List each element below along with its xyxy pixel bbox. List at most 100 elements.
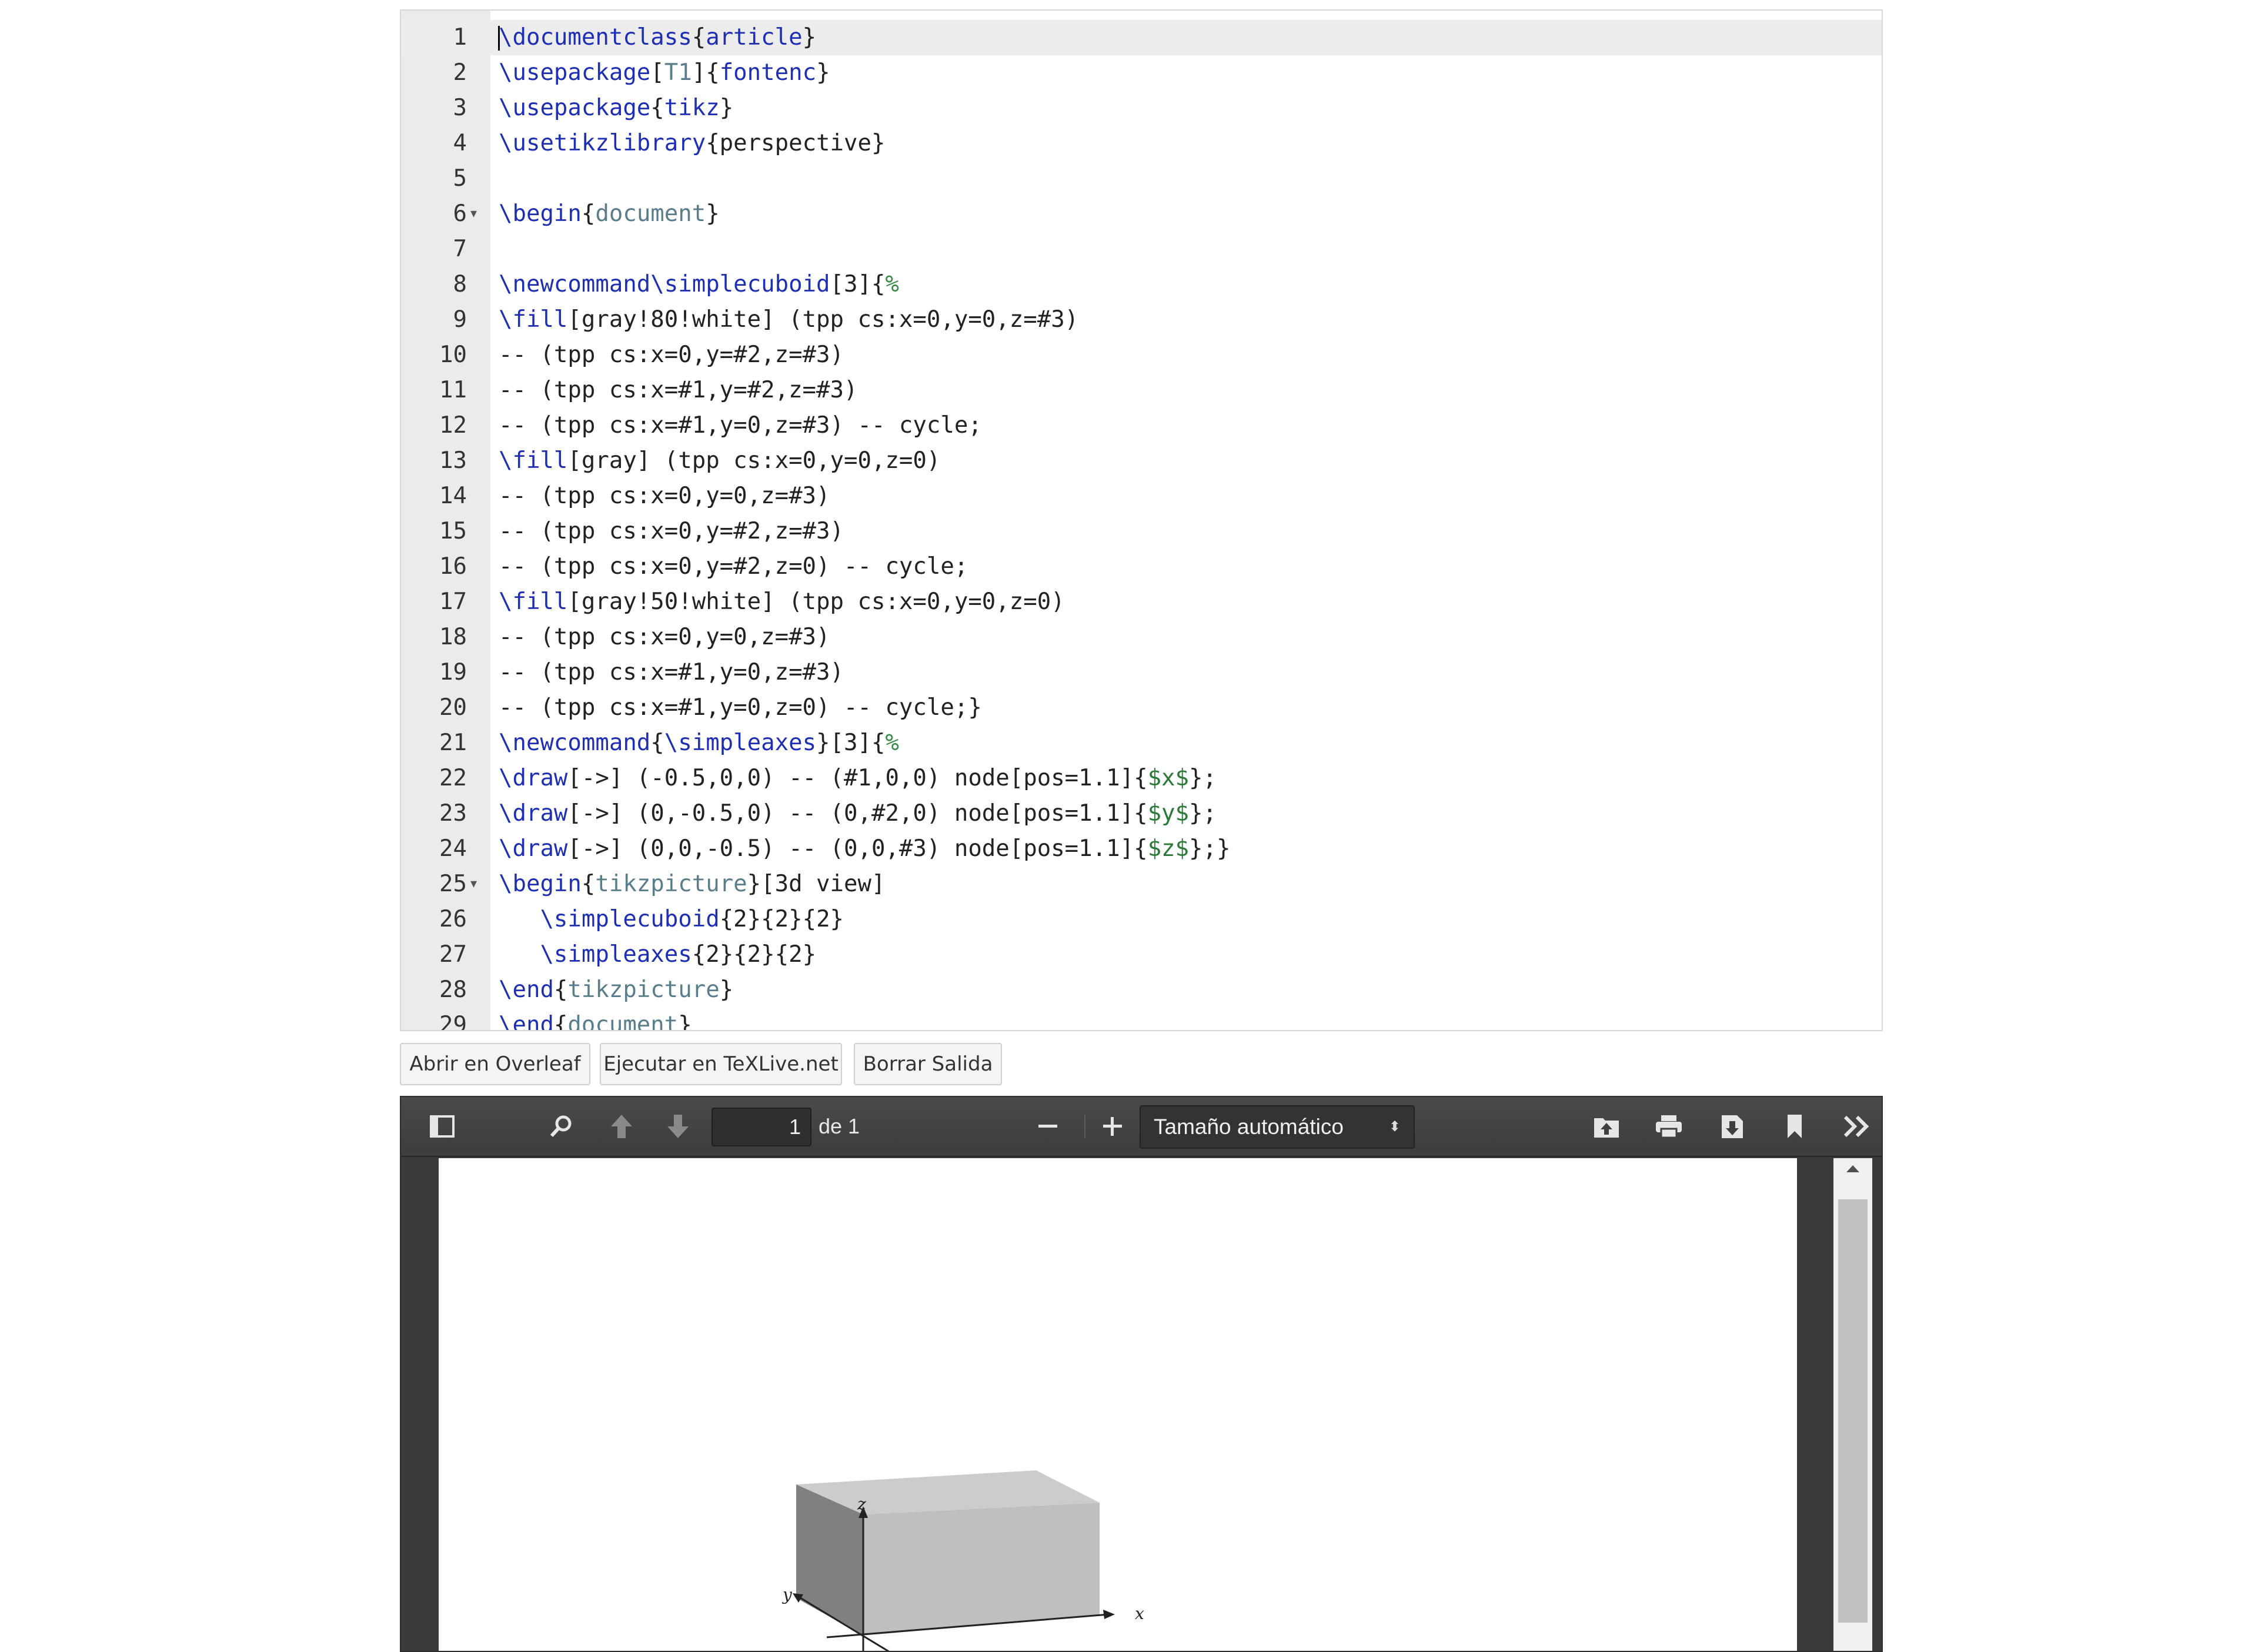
latex-command: \fill <box>499 306 568 333</box>
code-text: -- (tpp cs:x=0,y=#2,z=0) -- cycle; <box>499 549 968 584</box>
line-number: 5 <box>453 165 467 192</box>
code-line[interactable]: 13 \fill[gray] (tpp cs:x=0,y=0,z=0) <box>401 443 1882 479</box>
zoom-out-icon[interactable] <box>1024 1097 1071 1156</box>
fold-toggle-icon[interactable]: ▾ <box>470 867 477 902</box>
code-line[interactable]: 5 <box>401 161 1882 196</box>
z-axis-label: z <box>857 1494 866 1514</box>
code-line[interactable]: 9 \fill[gray!80!white] (tpp cs:x=0,y=0,z=… <box>401 302 1882 337</box>
fold-toggle-icon[interactable]: ▾ <box>470 196 477 232</box>
code-text: \newcommand{\simpleaxes}[3]{% <box>499 725 899 761</box>
code-line[interactable]: 29 \end{document} <box>401 1008 1882 1031</box>
code-line[interactable]: 18 -- (tpp cs:x=0,y=0,z=#3) <box>401 620 1882 655</box>
code-token: {2}{2}{2} <box>719 906 844 932</box>
line-number: 27 <box>439 941 467 968</box>
code-line[interactable]: 17 \fill[gray!50!white] (tpp cs:x=0,y=0,z… <box>401 584 1882 620</box>
code-line[interactable]: 19 -- (tpp cs:x=#1,y=0,z=#3) <box>401 655 1882 690</box>
code-text: \usepackage[T1]{fontenc} <box>499 55 830 91</box>
code-token: $z$ <box>1147 835 1190 862</box>
code-text: \draw[->] (0,-0.5,0) -- (0,#2,0) node[po… <box>499 796 1217 831</box>
code-token: [gray] (tpp cs:x=0,y=0,z=0) <box>567 447 941 474</box>
code-line[interactable]: 11 -- (tpp cs:x=#1,y=#2,z=#3) <box>401 373 1882 408</box>
code-line[interactable]: 3 \usepackage{tikz} <box>401 91 1882 126</box>
next-page-icon[interactable] <box>657 1097 699 1156</box>
zoom-select[interactable]: Tamaño automático ⬍ <box>1140 1105 1415 1149</box>
code-line[interactable]: 23 \draw[->] (0,-0.5,0) -- (0,#2,0) node[… <box>401 796 1882 831</box>
latex-command: \newcommand <box>499 730 651 756</box>
code-text: -- (tpp cs:x=0,y=#2,z=#3) <box>499 514 844 549</box>
latex-command: \fill <box>499 588 568 615</box>
scroll-up-arrow-icon[interactable] <box>1833 1163 1872 1186</box>
code-line[interactable]: 14 -- (tpp cs:x=0,y=0,z=#3) <box>401 479 1882 514</box>
code-line[interactable]: 22 \draw[->] (-0.5,0,0) -- (#1,0,0) node[… <box>401 761 1882 796</box>
code-token: }; <box>1189 800 1217 827</box>
pdf-page: z x y <box>439 1158 1797 1651</box>
toolbar-separator <box>1084 1115 1085 1138</box>
code-line[interactable]: 4 \usetikzlibrary{perspective} <box>401 126 1882 161</box>
code-line[interactable]: 1 \documentclass{article} <box>401 20 1882 55</box>
zoom-in-icon[interactable] <box>1089 1097 1136 1156</box>
page-number-input[interactable]: 1 <box>712 1108 811 1146</box>
bookmark-icon[interactable] <box>1771 1097 1818 1156</box>
code-line[interactable]: 15 -- (tpp cs:x=0,y=#2,z=#3) <box>401 514 1882 549</box>
code-line[interactable]: 16 -- (tpp cs:x=0,y=#2,z=0) -- cycle; <box>401 549 1882 584</box>
code-line[interactable]: 24 \draw[->] (0,0,-0.5) -- (0,0,#3) node[… <box>401 831 1882 867</box>
code-text: -- (tpp cs:x=0,y=0,z=#3) <box>499 479 830 514</box>
latex-command: \documentclass <box>499 24 692 51</box>
code-line[interactable]: 10 -- (tpp cs:x=0,y=#2,z=#3) <box>401 337 1882 373</box>
code-line[interactable]: 7 <box>401 232 1882 267</box>
line-number: 29 <box>439 1012 467 1031</box>
code-line[interactable]: 12 -- (tpp cs:x=#1,y=0,z=#3) -- cycle; <box>401 408 1882 443</box>
code-token: -- (tpp cs:x=0,y=0,z=#3) <box>499 624 830 650</box>
line-number: 15 <box>439 518 467 544</box>
latex-command: \usetikzlibrary <box>499 130 706 156</box>
open-file-icon[interactable] <box>1583 1097 1630 1156</box>
code-line[interactable]: 2 \usepackage[T1]{fontenc} <box>401 55 1882 91</box>
code-token: } <box>802 24 817 51</box>
search-icon[interactable] <box>537 1097 584 1156</box>
code-line[interactable]: 6 ▾ \begin{document} <box>401 196 1882 232</box>
code-text: \newcommand\simplecuboid[3]{% <box>499 267 899 302</box>
code-editor[interactable]: 1 \documentclass{article} 2 \usepackage[T1]… <box>400 9 1883 1031</box>
code-token: } <box>816 59 830 86</box>
code-token: fontenc <box>719 59 817 86</box>
code-line[interactable]: 27 \simpleaxes{2}{2}{2} <box>401 937 1882 972</box>
x-axis-label: x <box>1135 1604 1144 1623</box>
code-token: {perspective} <box>706 130 886 156</box>
line-number: 17 <box>439 588 467 615</box>
code-line[interactable]: 25 ▾ \begin{tikzpicture}[3d view] <box>401 867 1882 902</box>
scroll-thumb[interactable] <box>1838 1199 1868 1623</box>
latex-command: \newcommand\simplecuboid <box>499 271 830 297</box>
code-text: \fill[gray!80!white] (tpp cs:x=0,y=0,z=#… <box>499 302 1078 337</box>
code-comment: % <box>885 730 899 756</box>
code-line[interactable]: 26 \simplecuboid{2}{2}{2} <box>401 902 1882 937</box>
run-on-texlive-button[interactable]: Ejecutar en TeXLive.net <box>600 1043 842 1085</box>
code-token: tikzpicture <box>595 871 747 897</box>
pdf-scrollbar[interactable] <box>1833 1158 1872 1651</box>
open-in-overleaf-button[interactable]: Abrir en Overleaf <box>400 1043 590 1085</box>
code-line[interactable]: 8 \newcommand\simplecuboid[3]{% <box>401 267 1882 302</box>
code-line[interactable]: 20 -- (tpp cs:x=#1,y=0,z=0) -- cycle;} <box>401 690 1882 725</box>
sidebar-toggle-icon[interactable] <box>419 1097 466 1156</box>
code-token: {2}{2}{2} <box>692 941 817 968</box>
code-token: };} <box>1189 835 1231 862</box>
latex-command: \fill <box>499 447 568 474</box>
line-number: 24 <box>439 835 467 862</box>
code-token: } <box>719 95 734 121</box>
code-text: \end{document} <box>499 1008 692 1031</box>
previous-page-icon[interactable] <box>601 1097 642 1156</box>
code-token: } <box>678 1012 692 1031</box>
download-icon[interactable] <box>1709 1097 1756 1156</box>
latex-command: \usepackage <box>499 95 651 121</box>
code-line[interactable]: 28 \end{tikzpicture} <box>401 972 1882 1008</box>
code-text: -- (tpp cs:x=#1,y=#2,z=#3) <box>499 373 857 408</box>
clear-output-button[interactable]: Borrar Salida <box>854 1043 1002 1085</box>
code-text: -- (tpp cs:x=#1,y=0,z=#3) <box>499 655 844 690</box>
print-icon[interactable] <box>1645 1097 1692 1156</box>
code-text: \begin{tikzpicture}[3d view] <box>499 867 885 902</box>
tools-icon[interactable] <box>1833 1097 1880 1156</box>
code-text: \simplecuboid{2}{2}{2} <box>499 902 844 937</box>
latex-command: \end <box>499 977 554 1003</box>
code-token: { <box>553 1012 568 1031</box>
code-line[interactable]: 21 \newcommand{\simpleaxes}[3]{% <box>401 725 1882 761</box>
